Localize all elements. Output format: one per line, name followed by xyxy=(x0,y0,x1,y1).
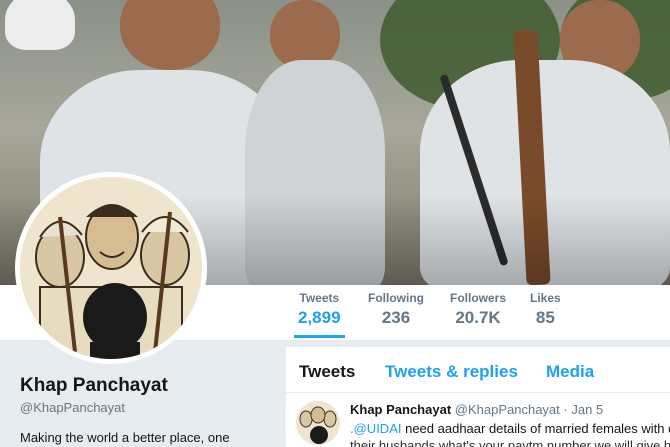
tab-tweets-replies[interactable]: Tweets & replies xyxy=(385,362,518,382)
tweet-item[interactable]: Khap Panchayat @KhapPanchayat · Jan 5 .@… xyxy=(286,393,670,447)
tweet-mention-link[interactable]: .@UIDAI xyxy=(350,421,401,436)
tweet-text: .@UIDAI need aadhaar details of married … xyxy=(350,420,670,447)
stat-likes[interactable]: Likes 85 xyxy=(530,291,561,328)
stat-tweets[interactable]: Tweets 2,899 xyxy=(294,291,345,338)
tab-media[interactable]: Media xyxy=(546,362,594,382)
avatar-illustration xyxy=(20,177,202,359)
stat-value: 2,899 xyxy=(298,308,341,327)
tweet-author-handle[interactable]: @KhapPanchayat xyxy=(455,402,560,417)
stat-value: 236 xyxy=(381,308,411,327)
active-indicator xyxy=(294,335,345,338)
banner-figure xyxy=(5,0,75,50)
profile-bio: Making the world a better place, one xyxy=(20,430,230,445)
stat-label: Followers xyxy=(450,291,507,305)
stat-value: 20.7K xyxy=(455,308,501,327)
stat-followers[interactable]: Followers 20.7K xyxy=(450,291,506,328)
profile-avatar[interactable] xyxy=(15,172,207,364)
tab-tweets[interactable]: Tweets xyxy=(299,362,355,382)
profile-name[interactable]: Khap Panchayat xyxy=(20,375,168,397)
caricature-icon xyxy=(20,177,202,359)
timeline-tabs: Tweets Tweets & replies Media xyxy=(286,347,670,393)
caricature-icon xyxy=(296,401,340,445)
tweet-text-line1: need aadhaar details of married females … xyxy=(401,421,670,436)
tweet-date[interactable]: Jan 5 xyxy=(571,402,603,417)
stat-label: Tweets xyxy=(299,291,340,305)
tweet-separator: · xyxy=(563,402,568,417)
profile-handle[interactable]: @KhapPanchayat xyxy=(20,400,125,415)
stat-value: 85 xyxy=(535,308,555,327)
timeline: Tweets Tweets & replies Media Khap Panch… xyxy=(286,347,670,447)
stat-following[interactable]: Following 236 xyxy=(368,291,424,328)
tweet-text-line2: their husbands what's your paytm number … xyxy=(350,438,670,447)
stat-label: Following xyxy=(368,291,424,305)
tweet-avatar[interactable] xyxy=(296,401,340,445)
tweet-author-name[interactable]: Khap Panchayat xyxy=(350,402,451,417)
banner-figure xyxy=(120,0,220,70)
stat-label: Likes xyxy=(530,291,561,305)
tweet-header: Khap Panchayat @KhapPanchayat · Jan 5 xyxy=(350,402,603,417)
